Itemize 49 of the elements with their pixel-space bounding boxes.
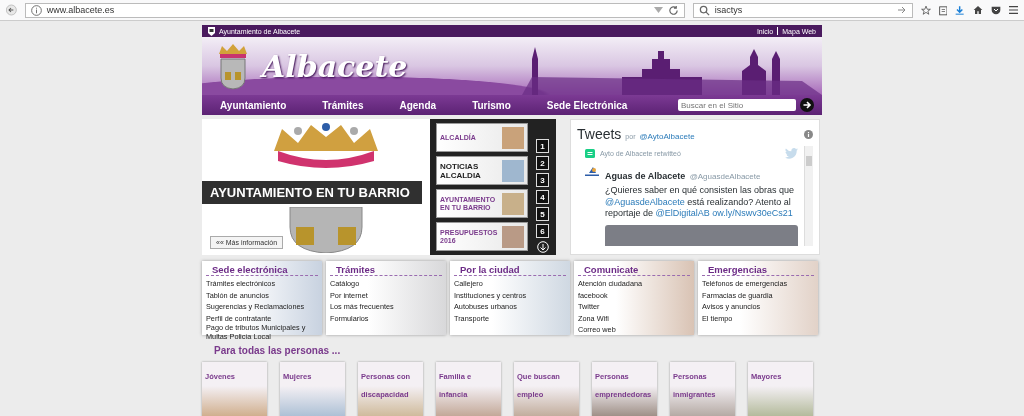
page-button[interactable]: 3 <box>536 173 549 187</box>
address-bar[interactable]: www.albacete.es <box>24 2 685 18</box>
tweet-link[interactable]: @AguasdeAlbacete <box>605 196 685 207</box>
thumbnail-picture <box>502 159 524 182</box>
reload-icon[interactable] <box>667 4 679 16</box>
category-title[interactable]: Por la ciudad <box>454 264 566 276</box>
nav-link[interactable]: Agenda <box>399 99 437 111</box>
home-icon[interactable] <box>972 3 983 17</box>
account-link[interactable]: @AytoAlbacete <box>639 132 695 141</box>
thumbnail-picture <box>502 225 524 248</box>
page-button[interactable]: 4 <box>536 190 549 204</box>
dropdown-icon[interactable] <box>653 6 663 14</box>
menu-icon[interactable] <box>1008 4 1018 16</box>
search-icon <box>698 4 710 16</box>
nav-link[interactable]: Turismo <box>472 99 511 111</box>
tweets-title: Tweets <box>577 126 622 142</box>
author-name: Aguas de Albacete <box>605 171 686 181</box>
tweet-text: ¿Quieres saber en qué consisten las obras que @AguasdeAlbacete está realizando? Atento al reportaje de @ElDigitalAB ow.ly/Nswv30eCs21 <box>605 185 796 220</box>
category-title[interactable]: Sede electrónica <box>206 264 318 276</box>
page-button[interactable]: 1 <box>536 139 549 153</box>
nav-link[interactable]: Trámites <box>322 99 364 111</box>
search-field[interactable]: isactys <box>692 2 913 18</box>
tweet-link[interactable]: ow.ly/Nswv30eCs21 <box>712 208 793 218</box>
scrollbar[interactable] <box>804 146 813 246</box>
thumbnail-picture <box>502 192 524 215</box>
info-icon[interactable] <box>804 130 813 139</box>
back-icon[interactable] <box>6 2 17 18</box>
page-button[interactable]: 2 <box>536 156 549 170</box>
category-title[interactable]: Comunicate <box>578 264 690 276</box>
info-icon[interactable] <box>30 4 42 16</box>
shield-icon <box>208 26 215 36</box>
page-button[interactable]: 5 <box>536 207 549 221</box>
coat-of-arms-icon <box>216 42 250 90</box>
page-button[interactable]: 6 <box>536 224 549 238</box>
slide-caption: AYUNTAMIENTO EN TU BARRIO <box>202 181 422 204</box>
category-title[interactable]: Trámites <box>330 264 442 276</box>
tweet-link[interactable]: @ElDigitalAB <box>655 208 710 218</box>
avatar-icon <box>585 165 599 177</box>
slide-thumbnail[interactable]: NOTICIAS ALCALDIA <box>436 156 528 185</box>
category-title[interactable]: Emergencias <box>702 264 814 276</box>
site-search-field[interactable]: Buscar en el Sitio <box>678 99 796 111</box>
down-arrow-icon[interactable] <box>536 241 549 253</box>
thumbnail-picture <box>502 126 524 149</box>
nav-link[interactable]: Sede Electrónica <box>546 99 628 111</box>
bird-icon <box>785 148 798 159</box>
section-heading: Para todas las personas ... <box>214 345 342 356</box>
author-handle: @AguasdeAlbacete <box>689 172 761 181</box>
nav-link[interactable]: Ayuntamiento <box>220 99 287 111</box>
go-arrow-icon[interactable] <box>800 98 814 112</box>
